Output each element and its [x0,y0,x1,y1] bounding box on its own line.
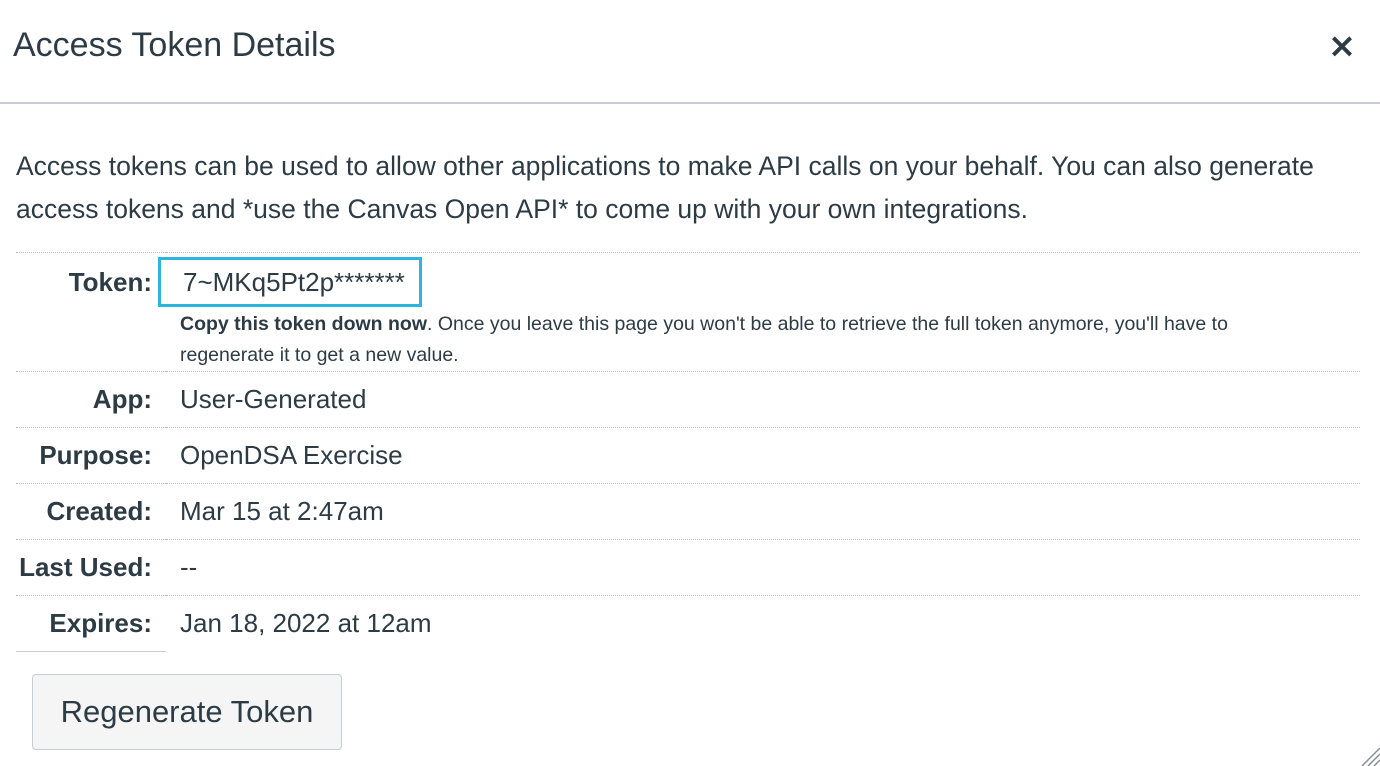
created-row: Created: Mar 15 at 2:47am [16,483,1360,540]
expires-row: Expires: Jan 18, 2022 at 12am [16,595,1360,652]
last-used-row: Last Used: -- [16,539,1360,596]
app-label: App: [92,384,152,414]
purpose-row: Purpose: OpenDSA Exercise [16,427,1360,484]
created-value: Mar 15 at 2:47am [180,496,384,526]
dialog-header: Access Token Details × [0,0,1380,104]
last-used-label: Last Used: [19,552,152,582]
resize-handle-icon[interactable] [1358,744,1380,766]
last-used-value: -- [180,552,198,582]
token-value[interactable]: 7~MKq5Pt2p******* [158,257,422,307]
expires-label: Expires: [16,595,166,652]
expires-value: Jan 18, 2022 at 12am [180,608,432,638]
dialog-title: Access Token Details [13,26,336,64]
regenerate-token-button[interactable]: Regenerate Token [32,674,342,750]
close-button[interactable]: × [1322,24,1362,68]
close-icon: × [1327,26,1357,66]
token-note: Copy this token down now. Once you leave… [180,309,1310,371]
purpose-value: OpenDSA Exercise [180,440,403,470]
token-note-bold: Copy this token down now [180,313,427,335]
app-value: User-Generated [180,384,367,414]
app-row: App: User-Generated [16,371,1360,428]
access-token-dialog: Access Token Details × Access tokens can… [0,0,1380,766]
token-details-table: Token: 7~MKq5Pt2p******* Copy this token… [16,252,1360,652]
purpose-label: Purpose: [39,440,152,470]
token-row: Token: 7~MKq5Pt2p******* Copy this token… [16,252,1360,372]
intro-text: Access tokens can be used to allow other… [16,151,1314,224]
created-label: Created: [46,496,152,526]
token-cell: 7~MKq5Pt2p******* Copy this token down n… [158,253,1360,372]
token-label: Token: [68,267,152,297]
